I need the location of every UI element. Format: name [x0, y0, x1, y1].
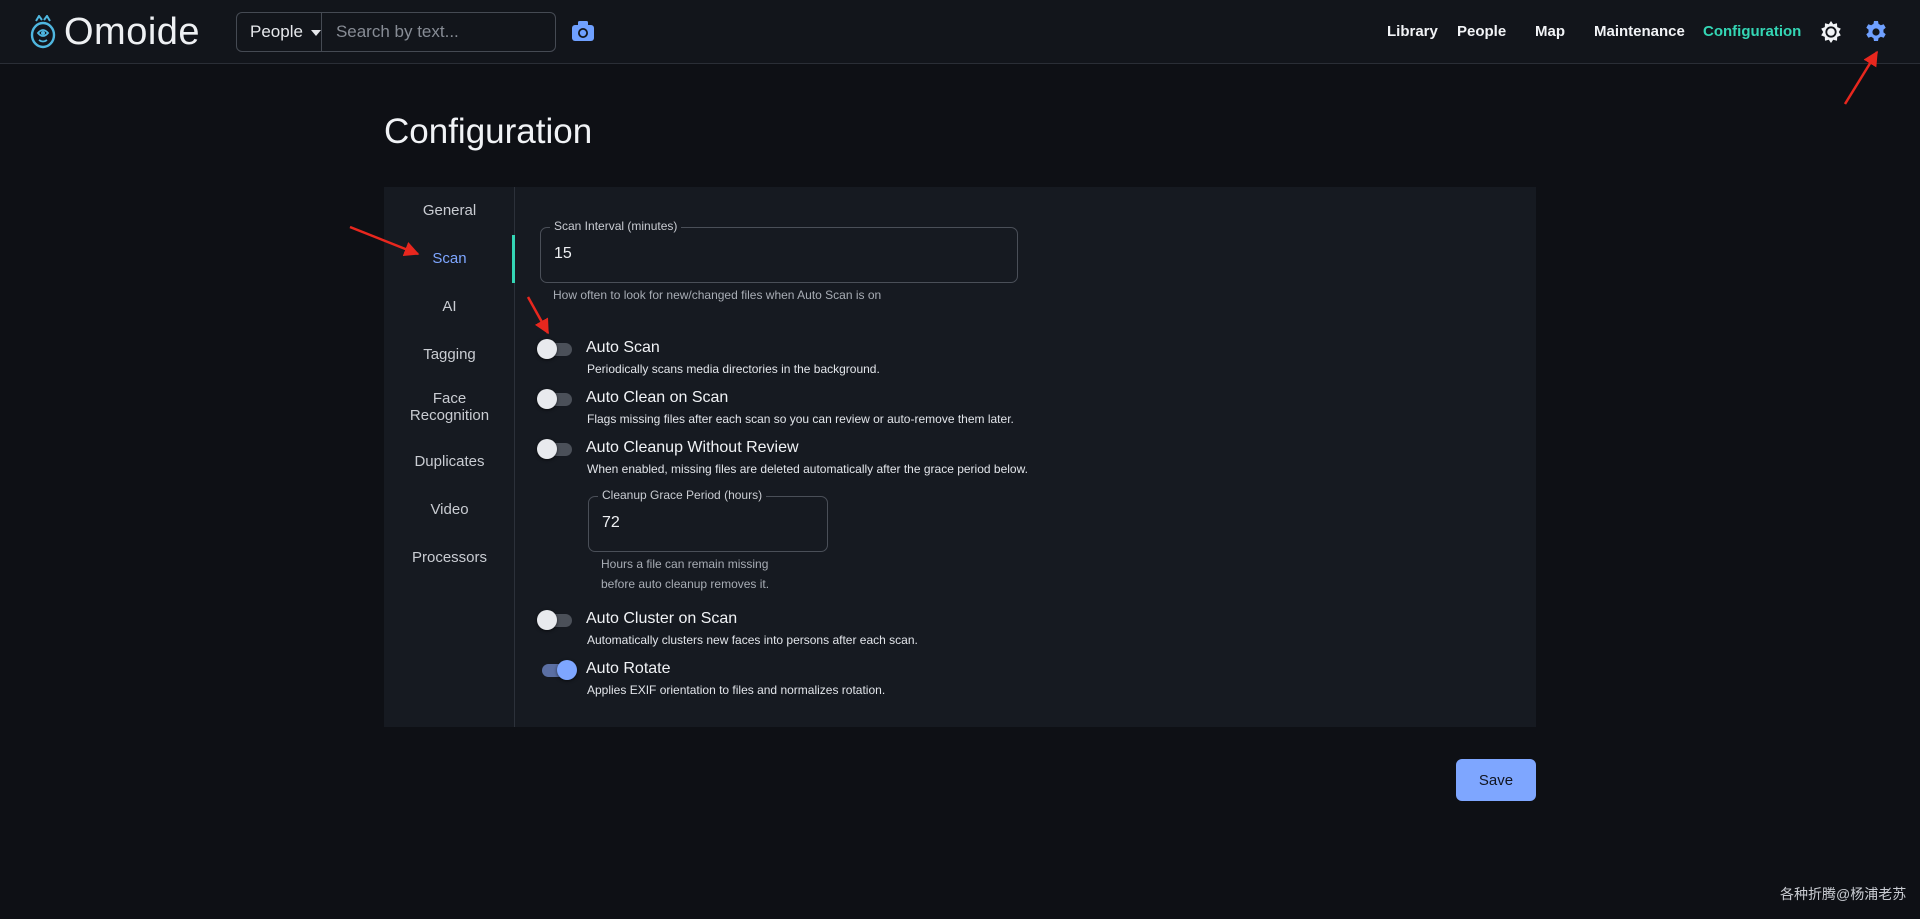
- nav-map[interactable]: Map: [1535, 23, 1565, 40]
- gear-icon[interactable]: [1864, 20, 1888, 44]
- nav-configuration[interactable]: Configuration: [1703, 23, 1801, 40]
- grace-period-hint-2: before auto cleanup removes it.: [601, 577, 770, 591]
- grace-period-field[interactable]: Cleanup Grace Period (hours) 72: [588, 488, 828, 552]
- config-panel: General Scan AI Tagging Face Recognition…: [384, 187, 1536, 727]
- sidebar-item-face-recognition[interactable]: Face Recognition: [384, 390, 515, 424]
- auto-clean-description: Flags missing files after each scan so y…: [587, 412, 1014, 426]
- watermark: 各种折腾@杨浦老苏: [1780, 886, 1907, 902]
- auto-cleanup-description: When enabled, missing files are deleted …: [587, 462, 1028, 476]
- auto-rotate-toggle[interactable]: [539, 660, 577, 680]
- auto-rotate-label: Auto Rotate: [586, 660, 671, 677]
- nav-library[interactable]: Library: [1387, 23, 1438, 40]
- auto-cleanup-toggle[interactable]: [537, 439, 575, 459]
- sidebar-item-general[interactable]: General: [384, 202, 515, 219]
- sidebar-item-processors[interactable]: Processors: [384, 549, 515, 566]
- auto-clean-toggle[interactable]: [537, 389, 575, 409]
- sidebar-item-scan[interactable]: Scan: [384, 250, 515, 267]
- scan-interval-label: Scan Interval (minutes): [550, 219, 682, 233]
- brand-name: Omoide: [64, 10, 201, 53]
- scan-interval-value: 15: [554, 245, 572, 262]
- search-group: People: [236, 12, 557, 52]
- auto-cluster-toggle[interactable]: [537, 610, 575, 630]
- auto-rotate-description: Applies EXIF orientation to files and no…: [587, 683, 886, 697]
- auto-clean-label: Auto Clean on Scan: [586, 389, 729, 406]
- auto-scan-toggle[interactable]: [537, 339, 575, 359]
- caret-down-icon: [310, 30, 321, 36]
- auto-cluster-description: Automatically clusters new faces into pe…: [587, 633, 918, 647]
- page-title: Configuration: [384, 112, 593, 151]
- save-button[interactable]: Save: [1456, 759, 1536, 801]
- grace-period-hint-1: Hours a file can remain missing: [601, 557, 769, 571]
- auto-cluster-label: Auto Cluster on Scan: [586, 610, 738, 627]
- sidebar-item-duplicates[interactable]: Duplicates: [384, 453, 515, 470]
- nav-people[interactable]: People: [1457, 23, 1506, 40]
- theme-sun-icon[interactable]: [1820, 21, 1842, 43]
- search-mode-select[interactable]: People: [237, 13, 322, 51]
- config-sidebar: General Scan AI Tagging Face Recognition…: [384, 187, 515, 727]
- top-bar: Omoide People Library People Map Mainten…: [0, 0, 1920, 64]
- scan-interval-hint: How often to look for new/changed files …: [553, 288, 882, 302]
- auto-cleanup-label: Auto Cleanup Without Review: [586, 439, 799, 456]
- search-input[interactable]: [321, 13, 557, 51]
- grace-period-value: 72: [602, 514, 620, 531]
- brand[interactable]: Omoide: [30, 10, 201, 53]
- auto-scan-label: Auto Scan: [586, 339, 660, 356]
- sidebar-item-ai[interactable]: AI: [384, 298, 515, 315]
- scan-interval-field[interactable]: Scan Interval (minutes) 15: [540, 219, 1018, 283]
- auto-scan-description: Periodically scans media directories in …: [587, 362, 880, 376]
- camera-icon[interactable]: [571, 20, 595, 42]
- sidebar-active-indicator: [512, 235, 515, 283]
- search-mode-label: People: [250, 22, 303, 41]
- grace-period-label: Cleanup Grace Period (hours): [598, 488, 767, 502]
- sidebar-item-tagging[interactable]: Tagging: [384, 346, 515, 363]
- nav-maintenance[interactable]: Maintenance: [1594, 23, 1685, 40]
- brand-logo-icon: [30, 15, 56, 49]
- sidebar-item-video[interactable]: Video: [384, 501, 515, 518]
